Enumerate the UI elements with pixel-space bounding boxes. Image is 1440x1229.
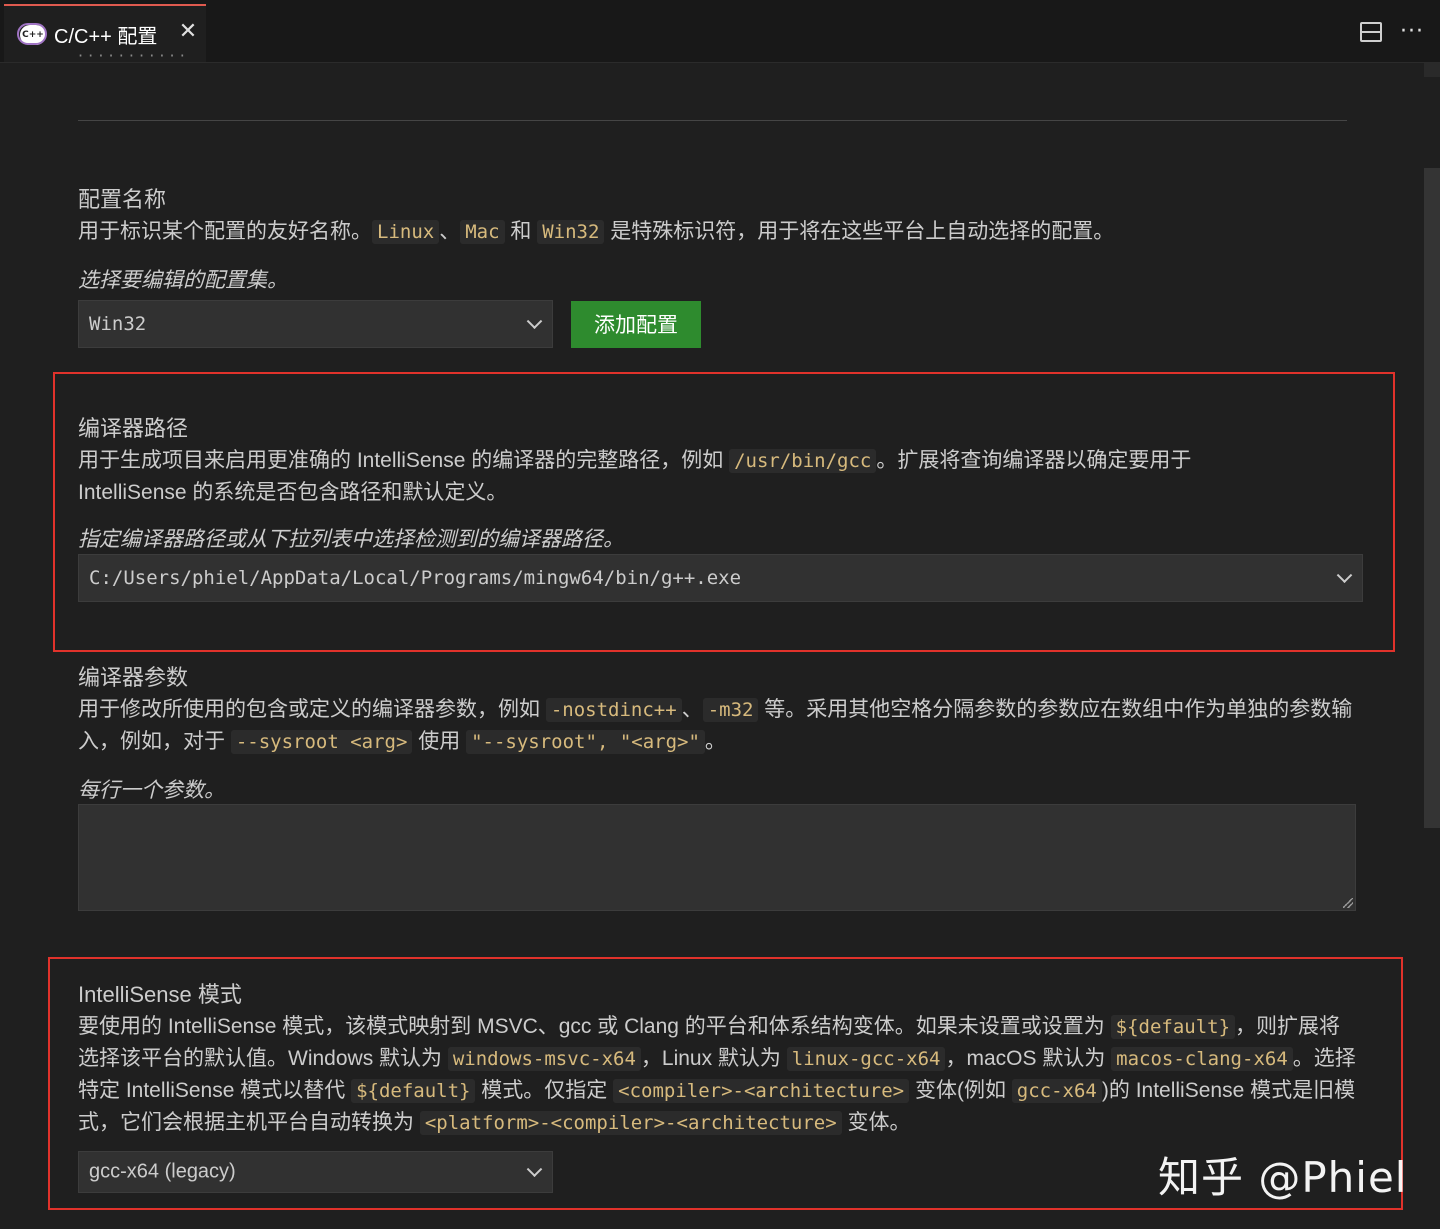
config-select[interactable]: Win32 [78, 300, 553, 348]
zhihu-watermark: 知乎 @Phiel [1158, 1153, 1408, 1202]
config-name-description: 用于标识某个配置的友好名称。 Linux、 Mac 和 Win32 是特殊标识符，用… [78, 220, 1115, 244]
compiler-args-title: 编译器参数 [78, 665, 189, 690]
config-name-title: 配置名称 [78, 187, 167, 212]
section-divider [78, 120, 1347, 121]
resize-handle-icon[interactable] [1343, 898, 1353, 908]
config-select-value: Win32 [89, 313, 147, 335]
split-editor-icon[interactable] [1360, 22, 1382, 42]
more-actions-icon[interactable]: ··· [1398, 18, 1426, 46]
highlight-box-compiler-path [53, 372, 1395, 652]
scrollbar-thumb[interactable] [1424, 168, 1440, 828]
scrollbar-top-shade [1424, 63, 1440, 77]
chevron-down-icon [526, 313, 543, 330]
code-sysroot-array: "--sysroot", "<arg>" [466, 730, 705, 754]
tab-title: C/C++ 配置 [54, 26, 158, 48]
compiler-args-textarea[interactable] [78, 804, 1356, 911]
add-configuration-button[interactable]: 添加配置 [571, 301, 701, 348]
code-nostdinc: -nostdinc++ [545, 698, 682, 722]
code-sysroot-arg: --sysroot <arg> [230, 730, 413, 754]
compiler-args-hint: 每行一个参数。 [78, 779, 225, 802]
code-m32: -m32 [702, 698, 759, 722]
code-linux: Linux [372, 220, 440, 244]
code-win32: Win32 [537, 220, 605, 244]
config-name-hint: 选择要编辑的配置集。 [78, 269, 288, 292]
clipped-text: · · · · · · · · · · · [78, 46, 185, 62]
close-icon[interactable]: ✕ [174, 18, 202, 46]
cpp-file-icon: C++ [17, 23, 47, 45]
compiler-args-description: 用于修改所使用的包含或定义的编译器参数，例如 -nostdinc++、 -m32 … [78, 698, 1353, 754]
code-mac: Mac [460, 220, 505, 244]
